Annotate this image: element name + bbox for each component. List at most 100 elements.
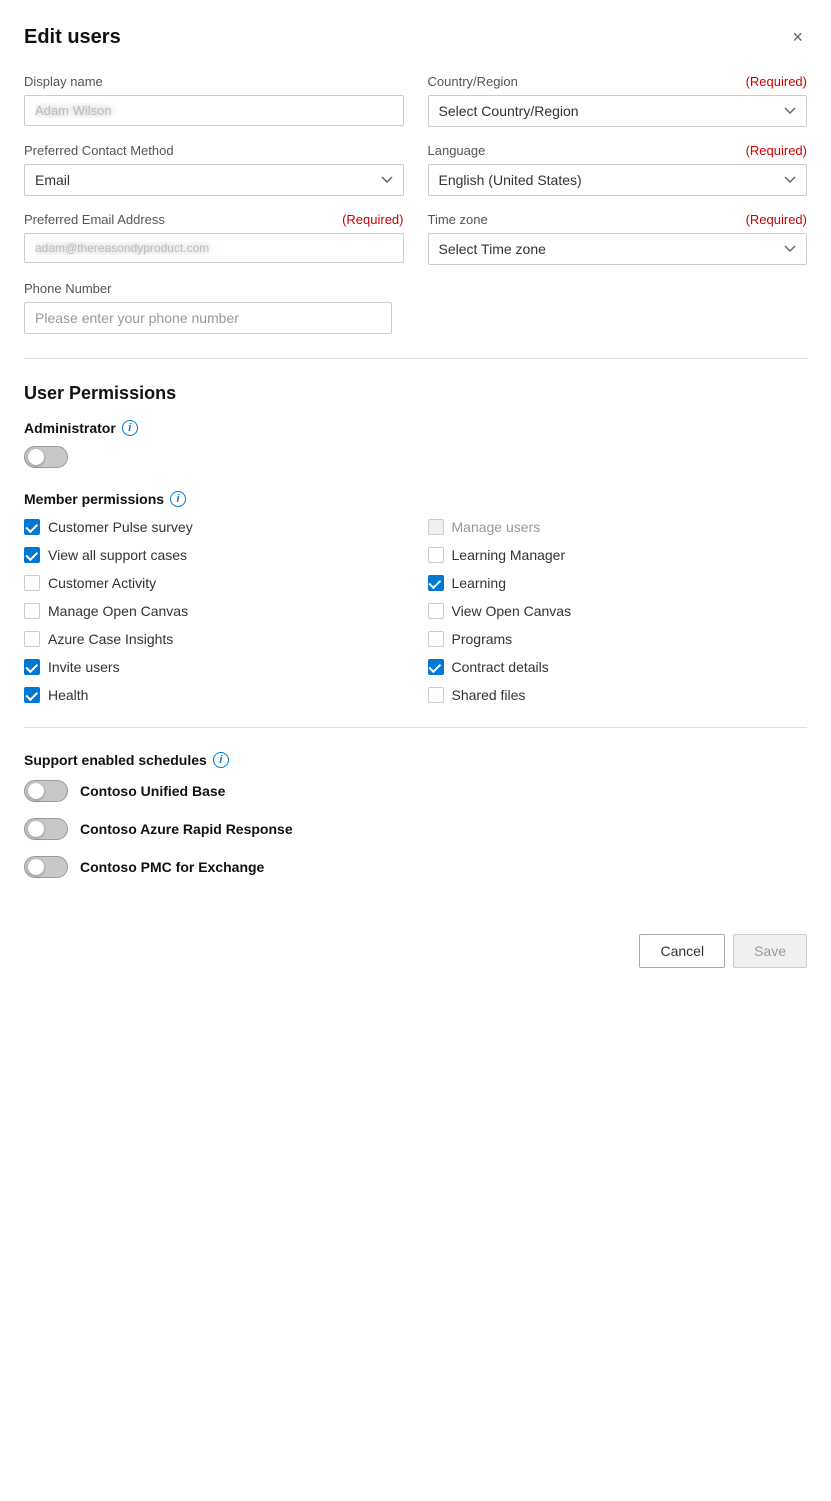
permission-label-contract-details: Contract details [452,659,549,675]
permission-item-health: Health [24,687,404,703]
country-label-row: Country/Region (Required) [428,74,808,89]
checkbox-health[interactable] [24,687,40,703]
checkbox-manage-open-canvas[interactable] [24,603,40,619]
phone-section: Phone Number [24,281,807,334]
modal-title: Edit users [24,26,121,49]
contact-method-label: Preferred Contact Method [24,143,404,158]
checkbox-learning-manager[interactable] [428,547,444,563]
permission-label-shared-files: Shared files [452,687,526,703]
permission-item-learning-manager: Learning Manager [428,547,808,563]
permission-label-learning-manager: Learning Manager [452,547,566,563]
phone-input[interactable] [24,302,392,334]
schedule-toggle-thumb-contoso-pmc [28,859,44,875]
schedules-list: Contoso Unified Base Contoso Azure Rapid … [24,780,807,878]
checkbox-customer-pulse[interactable] [24,519,40,535]
country-label: Country/Region [428,74,518,89]
language-select[interactable]: English (United States) [428,164,808,196]
modal-footer: Cancel Save [24,918,807,968]
checkbox-shared-files[interactable] [428,687,444,703]
permission-item-learning: Learning [428,575,808,591]
schedules-title: Support enabled schedules [24,752,207,768]
member-permissions-section: Member permissions i Customer Pulse surv… [24,491,807,703]
schedule-toggle-contoso-azure[interactable] [24,818,68,840]
checkbox-invite-users[interactable] [24,659,40,675]
save-button[interactable]: Save [733,934,807,968]
email-label-row: Preferred Email Address (Required) [24,212,404,227]
permission-label-customer-pulse: Customer Pulse survey [48,519,193,535]
permission-item-programs: Programs [428,631,808,647]
display-name-input[interactable] [24,95,404,126]
permission-label-health: Health [48,687,88,703]
permission-item-view-open-canvas: View Open Canvas [428,603,808,619]
member-permissions-label-row: Member permissions i [24,491,807,507]
language-group: Language (Required) English (United Stat… [428,143,808,196]
permission-label-programs: Programs [452,631,513,647]
permission-label-customer-activity: Customer Activity [48,575,156,591]
administrator-toggle[interactable] [24,446,68,468]
permission-label-learning: Learning [452,575,507,591]
cancel-button[interactable]: Cancel [639,934,725,968]
member-info-icon[interactable]: i [170,491,186,507]
permission-item-manage-open-canvas: Manage Open Canvas [24,603,404,619]
permission-label-invite-users: Invite users [48,659,120,675]
close-button[interactable]: × [788,24,807,50]
administrator-section: Administrator i [24,420,807,471]
permissions-title: User Permissions [24,383,807,404]
country-select[interactable]: Select Country/Region [428,95,808,127]
schedule-label-contoso-pmc: Contoso PMC for Exchange [80,859,264,875]
language-label-row: Language (Required) [428,143,808,158]
permission-item-azure-case-insights: Azure Case Insights [24,631,404,647]
permission-item-customer-pulse: Customer Pulse survey [24,519,404,535]
administrator-toggle-thumb [28,449,44,465]
checkbox-learning[interactable] [428,575,444,591]
member-permissions-label: Member permissions [24,491,164,507]
permission-item-contract-details: Contract details [428,659,808,675]
section-divider-1 [24,358,807,359]
timezone-label-row: Time zone (Required) [428,212,808,227]
user-permissions-section: User Permissions Administrator i Member … [24,383,807,703]
permission-label-manage-users: Manage users [452,519,541,535]
administrator-label: Administrator [24,420,116,436]
checkbox-manage-users [428,519,444,535]
phone-input-wrap [24,302,392,334]
schedule-label-contoso-unified: Contoso Unified Base [80,783,225,799]
phone-label: Phone Number [24,281,807,296]
schedule-label-contoso-azure: Contoso Azure Rapid Response [80,821,293,837]
form-grid: Display name Country/Region (Required) S… [24,74,807,265]
administrator-info-icon[interactable]: i [122,420,138,436]
permission-label-azure-case-insights: Azure Case Insights [48,631,173,647]
timezone-required: (Required) [746,212,807,227]
schedule-toggle-thumb-contoso-unified [28,783,44,799]
administrator-label-row: Administrator i [24,420,807,436]
schedules-label-row: Support enabled schedules i [24,752,807,768]
timezone-select[interactable]: Select Time zone [428,233,808,265]
display-name-group: Display name [24,74,404,127]
checkbox-contract-details[interactable] [428,659,444,675]
timezone-group: Time zone (Required) Select Time zone [428,212,808,265]
contact-method-select[interactable]: Email [24,164,404,196]
schedule-toggle-contoso-unified[interactable] [24,780,68,802]
schedule-item-contoso-unified: Contoso Unified Base [24,780,807,802]
checkbox-view-open-canvas[interactable] [428,603,444,619]
contact-method-group: Preferred Contact Method Email [24,143,404,196]
checkbox-programs[interactable] [428,631,444,647]
checkbox-customer-activity[interactable] [24,575,40,591]
permission-item-manage-users: Manage users [428,519,808,535]
email-label: Preferred Email Address [24,212,165,227]
permission-label-view-support: View all support cases [48,547,187,563]
email-input[interactable] [24,233,404,263]
schedule-item-contoso-azure: Contoso Azure Rapid Response [24,818,807,840]
checkbox-view-support[interactable] [24,547,40,563]
permission-item-customer-activity: Customer Activity [24,575,404,591]
permission-item-shared-files: Shared files [428,687,808,703]
checkbox-azure-case-insights[interactable] [24,631,40,647]
language-required: (Required) [746,143,807,158]
edit-users-modal: Edit users × Display name Country/Region… [0,0,831,1501]
permission-label-manage-open-canvas: Manage Open Canvas [48,603,188,619]
email-required: (Required) [342,212,403,227]
schedule-toggle-contoso-pmc[interactable] [24,856,68,878]
country-required: (Required) [746,74,807,89]
schedules-info-icon[interactable]: i [213,752,229,768]
language-label: Language [428,143,486,158]
timezone-label: Time zone [428,212,488,227]
